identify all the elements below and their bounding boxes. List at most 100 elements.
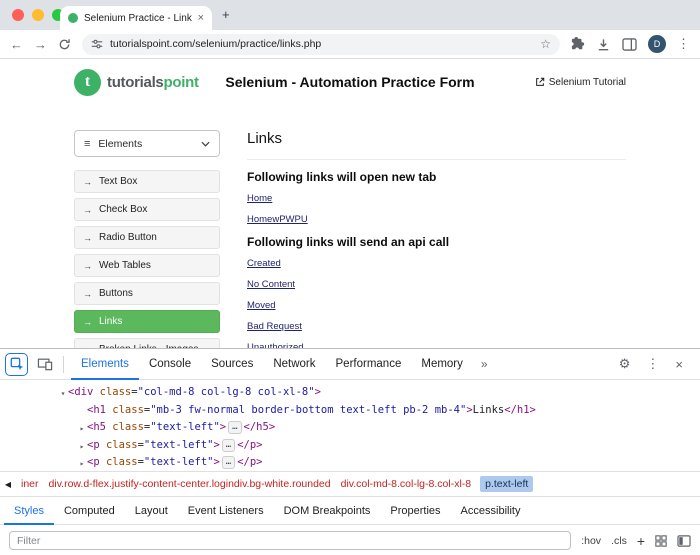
twisty-icon[interactable]: ▸ [76,455,88,471]
side-panel-icon[interactable] [622,38,637,51]
dom-tree-line[interactable]: ▸<p class="text-left">…</p> [0,437,700,455]
extensions-icon[interactable] [571,37,585,51]
dom-token: > [315,386,321,398]
device-toolbar-icon[interactable] [34,353,56,375]
devtools-tab-console[interactable]: Console [139,349,201,380]
more-tabs-icon[interactable]: » [475,357,494,371]
twisty-icon[interactable]: ▾ [57,385,69,403]
brand-point: point [163,74,198,91]
styles-panel-tab-layout[interactable]: Layout [125,497,178,525]
page-link-bad-request[interactable]: Bad Request [247,321,302,332]
page-link-moved[interactable]: Moved [247,300,276,311]
page-link-home[interactable]: Home [247,193,272,204]
toolbar-divider [63,356,64,373]
address-bar[interactable]: tutorialspoint.com/selenium/practice/lin… [82,34,560,55]
sidebar-item-web-tables[interactable]: →Web Tables [74,254,220,277]
arrow-right-icon: → [83,233,92,243]
settings-gear-icon[interactable]: ⚙ [612,356,638,372]
dom-tree-line[interactable]: ▾<div class="col-md-8 col-lg-8 col-xl-8"… [0,384,700,402]
tutorialspoint-brand[interactable]: t tutorialspoint [74,69,222,96]
dom-token: "text-left" [144,456,214,468]
dom-tree-line[interactable]: <h1 class="mb-3 fw-normal border-bottom … [0,402,700,420]
breadcrumb-item[interactable]: div.row.d-flex.justify-content-center.lo… [44,476,336,492]
styles-panel-tab-accessibility[interactable]: Accessibility [451,497,531,525]
styles-panel-tabs: StylesComputedLayoutEvent ListenersDOM B… [0,496,700,524]
styles-panel-tab-styles[interactable]: Styles [4,497,54,525]
toolbar-right-icons: D ⋮ [571,35,690,53]
devtools-tab-sources[interactable]: Sources [201,349,263,380]
dom-tree-line[interactable]: ▸<h5 class="text-left">…</h5> [0,419,700,437]
hover-state-button[interactable]: :hov [581,535,601,547]
devtools-tab-elements[interactable]: Elements [71,349,139,380]
back-icon[interactable]: ← [10,38,23,51]
sidebar-item-broken-links-images[interactable]: →Broken Links - Images [74,338,220,348]
downloads-icon[interactable] [596,37,611,52]
page-link-homewpwpu[interactable]: HomewPWPU [247,214,308,225]
sidebar-item-links[interactable]: →Links [74,310,220,333]
dom-token: </h5> [244,421,276,433]
tab-favicon-icon [68,13,78,23]
browser-menu-icon[interactable]: ⋮ [677,36,690,52]
styles-panel-tab-computed[interactable]: Computed [54,497,125,525]
tab-title: Selenium Practice - Links [84,13,192,24]
twisty-icon[interactable]: ▸ [76,420,88,438]
new-tab-button[interactable]: + [222,7,230,22]
styles-panel-tab-event-listeners[interactable]: Event Listeners [178,497,274,525]
dom-token: class [106,404,144,416]
styles-panel-tab-properties[interactable]: Properties [380,497,450,525]
twisty-icon[interactable]: ▸ [76,438,88,456]
browser-tab[interactable]: Selenium Practice - Links × [60,6,212,30]
sidebar-item-label: Radio Button [99,232,157,243]
links-content: Links Following links will open new tabH… [220,130,626,348]
brand-tutorials: tutorials [107,74,163,91]
sidebar-item-buttons[interactable]: →Buttons [74,282,220,305]
close-window-button[interactable] [12,9,24,21]
selenium-tutorial-link[interactable]: Selenium Tutorial [478,77,626,88]
reload-icon[interactable] [58,38,71,51]
profile-avatar[interactable]: D [648,35,666,53]
styles-panel-tab-dom-breakpoints[interactable]: DOM Breakpoints [274,497,381,525]
breadcrumb-item[interactable]: p.text-left [480,476,533,492]
url-text[interactable]: tutorialspoint.com/selenium/practice/lin… [110,38,533,50]
minimize-window-button[interactable] [32,9,44,21]
expand-inline-icon[interactable]: … [228,421,241,434]
sidebar-item-radio-button[interactable]: → Radio Button [74,226,220,249]
tab-close-icon[interactable]: × [198,12,204,24]
grid-icon[interactable] [655,535,667,547]
expand-inline-icon[interactable]: … [222,439,235,452]
devtools-tab-network[interactable]: Network [263,349,325,380]
devtools-panel: ElementsConsoleSourcesNetworkPerformance… [0,348,700,555]
elements-dropdown[interactable]: ≡ Elements [74,130,220,157]
element-classes-button[interactable]: .cls [611,535,627,547]
dom-tree-line[interactable]: ▸<p class="text-left">…</p> [0,454,700,471]
devtools-tab-memory[interactable]: Memory [411,349,473,380]
expand-inline-icon[interactable]: … [222,456,235,469]
devtools-close-icon[interactable]: × [668,357,690,372]
bookmark-star-icon[interactable]: ☆ [540,37,551,51]
devtools-toolbar: ElementsConsoleSourcesNetworkPerformance… [0,349,700,380]
devtools-menu-icon[interactable]: ⋮ [639,356,666,372]
devtools-tabs: ElementsConsoleSourcesNetworkPerformance… [71,349,473,380]
dock-sidebar-icon[interactable] [677,535,691,547]
sidebar-item-check-box[interactable]: →Check Box [74,198,220,221]
forward-icon[interactable]: → [34,38,47,51]
dom-token: <h5 [87,421,106,433]
inspect-element-icon[interactable] [5,353,28,376]
breadcrumb-item[interactable]: iner [16,476,44,492]
new-style-rule-icon[interactable]: + [637,533,645,549]
breadcrumb: inerdiv.row.d-flex.justify-content-cente… [16,476,533,492]
crumbs-scroll-left-icon[interactable]: ◀ [0,480,16,489]
page-link-created[interactable]: Created [247,258,281,269]
arrow-right-icon: → [83,177,92,187]
devtools-tab-performance[interactable]: Performance [326,349,412,380]
site-settings-icon[interactable] [91,38,103,50]
dom-token: > [213,456,219,468]
breadcrumb-item[interactable]: div.col-md-8.col-lg-8.col-xl-8 [336,476,477,492]
styles-filter-row: :hov .cls + [0,524,700,555]
page-link-no-content[interactable]: No Content [247,279,295,290]
sidebar-item-label: Links [99,316,122,327]
styles-filter-input[interactable] [9,531,571,550]
dom-token: "text-left" [150,421,220,433]
sidebar-item-text-box[interactable]: →Text Box [74,170,220,193]
browser-window: Selenium Practice - Links × + ← → tutori… [0,0,700,555]
